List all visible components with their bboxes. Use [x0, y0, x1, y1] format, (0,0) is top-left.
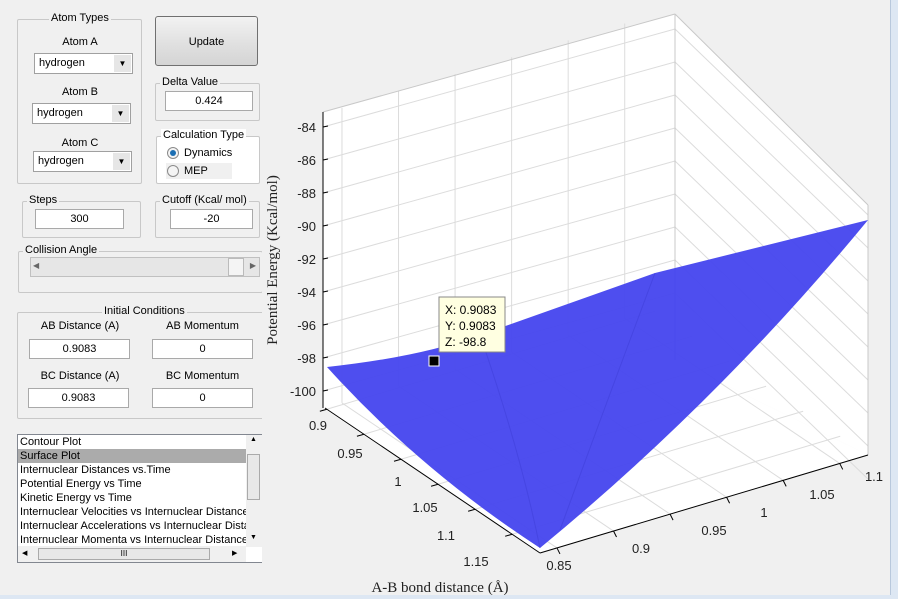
x-tick-label: 1.15: [463, 554, 488, 569]
atom-b-value: hydrogen: [37, 107, 83, 119]
x-tick-label: 1.05: [412, 500, 437, 515]
ab-momentum-input[interactable]: 0: [152, 339, 253, 359]
scroll-right-icon[interactable]: ▶: [250, 261, 256, 270]
collision-angle-slider[interactable]: ◀ ▶: [30, 257, 260, 277]
atom-b-select[interactable]: hydrogen ▼: [32, 103, 131, 124]
ab-distance-input[interactable]: 0.9083: [29, 339, 130, 359]
y-tick-label: 1.05: [809, 487, 834, 502]
window-bottom-border: [0, 595, 898, 599]
scroll-left-icon[interactable]: ◀: [22, 549, 27, 557]
atom-types-title: Atom Types: [49, 12, 111, 24]
y-tick-label: 1.1: [865, 469, 883, 484]
ab-distance-label: AB Distance (A): [40, 320, 120, 332]
datatip-z: Z: -98.8: [445, 335, 487, 349]
x-axis-label: A-B bond distance (Å): [371, 580, 508, 596]
plot-type-list[interactable]: Contour Plot Surface Plot Internuclear Dis…: [17, 434, 263, 563]
list-item[interactable]: Kinetic Energy vs Time: [18, 491, 246, 505]
datatip-x: X: 0.9083: [445, 303, 497, 317]
datatip-marker[interactable]: [428, 355, 440, 367]
list-item[interactable]: Surface Plot: [18, 449, 246, 463]
mep-label[interactable]: MEP: [184, 165, 208, 177]
atom-b-label: Atom B: [61, 86, 99, 98]
z-tick-label: -100: [290, 384, 316, 399]
list-item[interactable]: Internuclear Momenta vs Internuclear Dis…: [18, 533, 246, 547]
window-right-border: [890, 0, 898, 599]
atom-a-label: Atom A: [62, 36, 98, 48]
horizontal-scrollbar[interactable]: ◀ III ▶: [18, 546, 246, 562]
x-tick-label: 1: [394, 474, 401, 489]
bc-momentum-label: BC Momentum: [165, 370, 240, 382]
list-item[interactable]: Contour Plot: [18, 435, 246, 449]
z-tick-label: -98: [297, 351, 316, 366]
x-tick-label: 0.9: [309, 418, 327, 433]
atom-c-select[interactable]: hydrogen ▼: [33, 151, 132, 172]
cutoff-input[interactable]: -20: [170, 209, 253, 229]
scroll-down-icon[interactable]: ▼: [250, 534, 257, 541]
x-tick-label: 1.1: [437, 528, 455, 543]
z-tick-label: -92: [297, 252, 316, 267]
atom-a-select[interactable]: hydrogen ▼: [34, 53, 133, 74]
x-tick-label: 0.95: [337, 446, 362, 461]
list-item[interactable]: Internuclear Distances vs.Time: [18, 463, 246, 477]
chevron-down-icon[interactable]: ▼: [112, 105, 129, 122]
scroll-thumb[interactable]: [247, 454, 260, 500]
steps-title: Steps: [27, 194, 60, 206]
z-tick-label: -96: [297, 318, 316, 333]
atom-c-value: hydrogen: [38, 155, 84, 167]
y-tick-label: 0.9: [632, 541, 650, 556]
mep-radio[interactable]: [167, 165, 179, 177]
calc-type-title: Calculation Type: [161, 129, 247, 141]
bc-momentum-input[interactable]: 0: [152, 388, 253, 408]
slider-thumb[interactable]: [228, 258, 244, 276]
ab-momentum-label: AB Momentum: [166, 320, 239, 332]
atom-a-value: hydrogen: [39, 57, 85, 69]
dynamics-radio[interactable]: [167, 147, 179, 159]
surface-plot[interactable]: -84 -86 -88 -90 -92 -94 -96 -98 -100 0.9 0.95 1 1.05…: [262, 0, 890, 599]
hscroll-thumb[interactable]: III: [38, 548, 210, 560]
scroll-left-icon[interactable]: ◀: [33, 261, 39, 270]
delta-input[interactable]: 0.424: [165, 91, 253, 111]
datatip-y: Y: 0.9083: [445, 319, 496, 333]
chevron-down-icon[interactable]: ▼: [114, 55, 131, 72]
atom-c-label: Atom C: [61, 137, 99, 149]
z-tick-label: -88: [297, 186, 316, 201]
list-item[interactable]: Internuclear Accelerations vs Internucle…: [18, 519, 246, 533]
y-tick-label: 0.85: [546, 558, 571, 573]
bc-distance-input[interactable]: 0.9083: [28, 388, 129, 408]
y-tick-label: 0.95: [701, 523, 726, 538]
z-tick-label: -94: [297, 285, 316, 300]
z-tick-label: -84: [297, 120, 316, 135]
dynamics-label[interactable]: Dynamics: [184, 147, 232, 159]
list-item[interactable]: Internuclear Velocities vs Internuclear …: [18, 505, 246, 519]
initial-conditions-title: Initial Conditions: [102, 305, 187, 317]
collision-angle-title: Collision Angle: [23, 244, 100, 256]
update-button[interactable]: Update: [155, 16, 258, 66]
delta-title: Delta Value: [160, 76, 221, 88]
scroll-right-icon[interactable]: ▶: [232, 549, 237, 557]
chevron-down-icon[interactable]: ▼: [113, 153, 130, 170]
list-item[interactable]: Potential Energy vs Time: [18, 477, 246, 491]
bc-distance-label: BC Distance (A): [40, 370, 120, 382]
vertical-scrollbar[interactable]: ▲ ▼: [246, 435, 262, 547]
cutoff-title: Cutoff (Kcal/ mol): [160, 194, 249, 206]
z-tick-label: -86: [297, 153, 316, 168]
z-axis-label: Potential Energy (Kcal/mol): [265, 175, 281, 345]
scroll-up-icon[interactable]: ▲: [250, 436, 257, 443]
steps-input[interactable]: 300: [35, 209, 124, 229]
y-tick-label: 1: [760, 505, 767, 520]
z-tick-label: -90: [297, 219, 316, 234]
